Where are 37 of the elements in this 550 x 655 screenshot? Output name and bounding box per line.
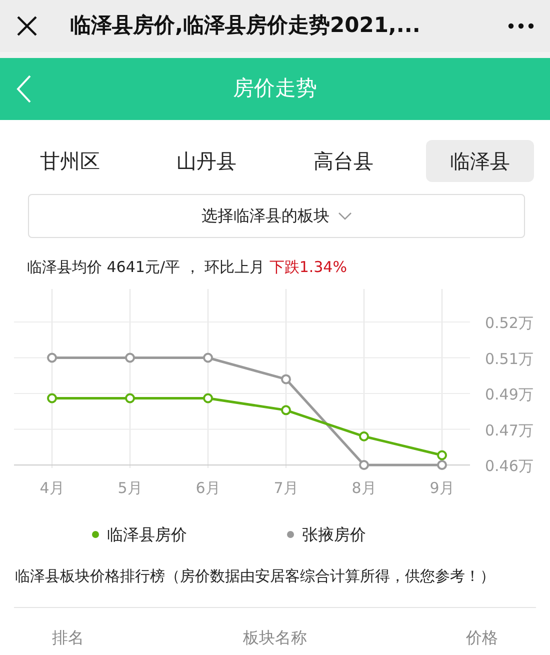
- data-point: [437, 460, 447, 470]
- y-tick-label: 0.51万: [485, 349, 534, 368]
- x-tick-label: 5月: [118, 478, 142, 496]
- data-point: [203, 352, 213, 362]
- column-header: 排名: [52, 627, 84, 649]
- more-icon[interactable]: [508, 23, 534, 29]
- y-tick-label: 0.46万: [485, 456, 534, 474]
- area-dropdown[interactable]: 选择临泽县的板块: [28, 194, 525, 238]
- ranking-title: 临泽县板块价格排行榜（房价数据由安居客综合计算所得，供您参考！）: [15, 566, 496, 586]
- district-tab[interactable]: 临泽县: [426, 140, 534, 182]
- x-tick-label: 9月: [430, 478, 454, 496]
- x-tick-label: 8月: [352, 478, 376, 496]
- data-point: [125, 392, 135, 403]
- legend-label: 临泽县房价: [107, 524, 187, 546]
- data-point: [47, 392, 57, 403]
- y-tick-label: 0.47万: [485, 420, 534, 439]
- window-title: 临泽县房价,临泽县房价走势2021,...: [70, 12, 422, 40]
- data-point: [359, 460, 369, 470]
- price-summary: 临泽县均价 4641元/平 ， 环比上月 下跌1.34%: [27, 257, 348, 278]
- y-tick-label: 0.52万: [485, 314, 534, 332]
- data-point: [281, 404, 291, 415]
- data-point: [203, 392, 213, 403]
- data-point: [47, 352, 57, 362]
- chevron-down-icon: [338, 212, 352, 220]
- y-tick-label: 0.49万: [485, 385, 534, 403]
- data-point: [437, 450, 447, 460]
- page-title: 房价走势: [232, 75, 318, 102]
- column-header: 板块名称: [243, 627, 307, 649]
- data-point: [281, 374, 291, 384]
- x-tick-label: 7月: [274, 478, 298, 496]
- x-tick-label: 4月: [40, 478, 64, 496]
- column-header: 价格: [466, 627, 498, 649]
- data-point: [125, 352, 135, 362]
- close-icon[interactable]: [16, 15, 38, 37]
- x-tick-label: 6月: [196, 478, 220, 496]
- legend-label: 张掖房价: [302, 524, 366, 546]
- data-point: [359, 430, 369, 441]
